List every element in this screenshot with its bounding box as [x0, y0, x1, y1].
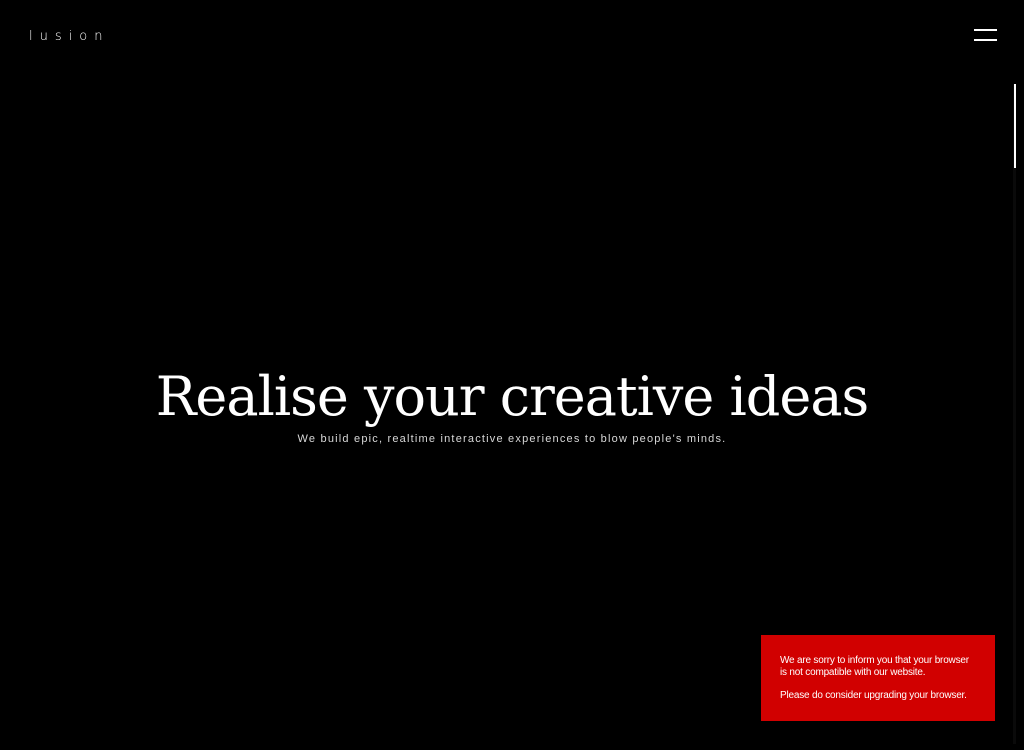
menu-bar-bottom: [974, 39, 997, 41]
hamburger-menu-icon[interactable]: [970, 26, 1000, 46]
hero-title: Realise your creative ideas: [155, 365, 869, 428]
browser-warning-notice: We are sorry to inform you that your bro…: [761, 635, 995, 721]
hero-subtitle: We build epic, realtime interactive expe…: [297, 433, 727, 445]
menu-bar-top: [974, 29, 997, 31]
hero-section: Realise your creative ideas We build epi…: [0, 365, 1024, 445]
browser-warning-message: We are sorry to inform you that your bro…: [780, 655, 969, 678]
scrollbar-thumb[interactable]: [1014, 84, 1016, 168]
site-logo[interactable]: lusion: [29, 29, 109, 44]
browser-warning-advice: Please do consider upgrading your browse…: [780, 690, 967, 701]
